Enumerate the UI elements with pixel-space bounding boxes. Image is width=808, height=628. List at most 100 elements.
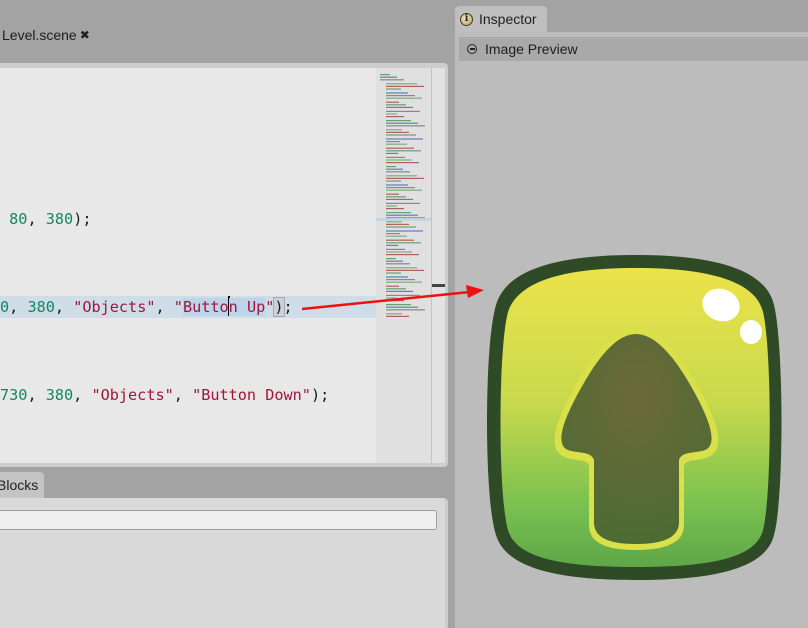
cursor-position-marker xyxy=(432,284,445,287)
tab-inspector-label: Inspector xyxy=(479,11,537,27)
code-line[interactable]: 80, 380); xyxy=(0,208,376,230)
code-token: Butto xyxy=(182,298,229,316)
code-token: 380 xyxy=(45,386,74,404)
highlight-small xyxy=(740,320,762,344)
minimap-line xyxy=(386,306,418,308)
minimap-line xyxy=(386,166,396,168)
code-token: "Objects" xyxy=(91,386,174,404)
code-token: , xyxy=(27,386,46,404)
minimap-line xyxy=(386,242,421,244)
code-token: 0 xyxy=(0,298,10,316)
collapse-icon[interactable] xyxy=(467,44,477,54)
code-line[interactable]: 730, 380, "Objects", "Button Down"); xyxy=(0,384,376,406)
tab-inspector[interactable]: i Inspector xyxy=(455,6,547,32)
minimap-line xyxy=(386,235,407,237)
image-preview-section-header[interactable]: Image Preview xyxy=(459,37,808,61)
minimap-preview xyxy=(376,74,431,317)
minimap-line xyxy=(386,223,409,225)
tab-blocks[interactable]: Blocks xyxy=(0,472,44,498)
minimap-line xyxy=(386,120,411,122)
minimap-line xyxy=(386,198,413,200)
minimap-line xyxy=(386,88,401,90)
minimap-line xyxy=(386,110,420,112)
minimap-line xyxy=(386,285,399,287)
minimap-line xyxy=(386,106,413,108)
minimap-line xyxy=(386,233,400,235)
minimap-line xyxy=(386,221,402,223)
minimap-line xyxy=(386,202,420,204)
minimap-line xyxy=(386,251,412,253)
code-line-current[interactable]: 0, 380, "Objects", "Button Up"); xyxy=(0,296,376,318)
minimap-line xyxy=(386,175,417,177)
code-token: , xyxy=(27,210,46,228)
minimap-line xyxy=(386,254,419,256)
info-icon: i xyxy=(460,12,473,26)
minimap-line xyxy=(386,297,397,299)
vertical-scrollbar[interactable] xyxy=(432,68,445,463)
minimap-line xyxy=(386,187,415,189)
code-token: ; xyxy=(283,298,293,316)
minimap-line xyxy=(386,116,404,118)
minimap-line xyxy=(386,309,425,311)
minimap-current-line xyxy=(376,218,431,221)
code-token: ); xyxy=(310,386,330,404)
code-token: 380 xyxy=(45,210,74,228)
code-editor[interactable]: 80, 380); 0, 380, "Objects", "Button Up "… xyxy=(0,68,445,463)
code-token: , xyxy=(73,386,92,404)
minimap-line xyxy=(386,269,424,271)
close-icon[interactable]: ✖ xyxy=(80,22,90,48)
minimap-line xyxy=(386,141,400,143)
minimap-line xyxy=(386,125,425,127)
minimap-line xyxy=(386,313,402,315)
minimap-line xyxy=(386,248,405,250)
minimap-line xyxy=(386,177,424,179)
minimap-line xyxy=(386,159,412,161)
minimap-line xyxy=(386,156,405,158)
minimap-line xyxy=(386,214,418,216)
code-token: "Objects" xyxy=(73,298,156,316)
minimap-line xyxy=(386,260,403,262)
minimap-line xyxy=(386,171,410,173)
minimap-line xyxy=(380,79,404,81)
minimap-line xyxy=(386,239,414,241)
minimap-line xyxy=(386,143,407,145)
code-token: , xyxy=(173,386,193,404)
minimap-line xyxy=(386,83,417,85)
minimap[interactable] xyxy=(376,68,431,463)
pane-splitter[interactable] xyxy=(448,0,454,628)
minimap-line xyxy=(386,92,408,94)
minimap-line xyxy=(386,147,414,149)
minimap-line xyxy=(386,267,417,269)
image-preview xyxy=(487,255,782,580)
minimap-line xyxy=(386,162,419,164)
minimap-line xyxy=(386,226,416,228)
document-tab[interactable]: Level.scene ✖ xyxy=(0,22,90,48)
image-preview-label: Image Preview xyxy=(485,41,578,57)
minimap-line xyxy=(386,101,399,103)
code-token: ) xyxy=(273,297,285,317)
minimap-line xyxy=(386,272,401,274)
minimap-line xyxy=(386,315,409,317)
code-token: n Up xyxy=(228,298,266,316)
minimap-line xyxy=(386,113,397,115)
document-tab-label: Level.scene xyxy=(2,27,77,43)
minimap-line xyxy=(386,294,420,296)
code-token: 730 xyxy=(0,386,28,404)
code-token: , xyxy=(155,298,174,316)
minimap-line xyxy=(386,205,397,207)
minimap-line xyxy=(386,168,403,170)
minimap-line xyxy=(386,138,423,140)
minimap-line xyxy=(386,184,408,186)
minimap-line xyxy=(386,258,396,260)
minimap-line xyxy=(386,288,406,290)
code-token: 380 xyxy=(27,298,55,316)
minimap-line xyxy=(386,279,415,281)
code-token: ); xyxy=(73,210,92,228)
minimap-line xyxy=(386,193,399,195)
minimap-line xyxy=(386,189,422,191)
minimap-line xyxy=(386,104,406,106)
blocks-search-input[interactable] xyxy=(0,510,437,530)
minimap-line xyxy=(386,122,418,124)
code-area[interactable]: 80, 380); 0, 380, "Objects", "Button Up "… xyxy=(0,68,376,463)
